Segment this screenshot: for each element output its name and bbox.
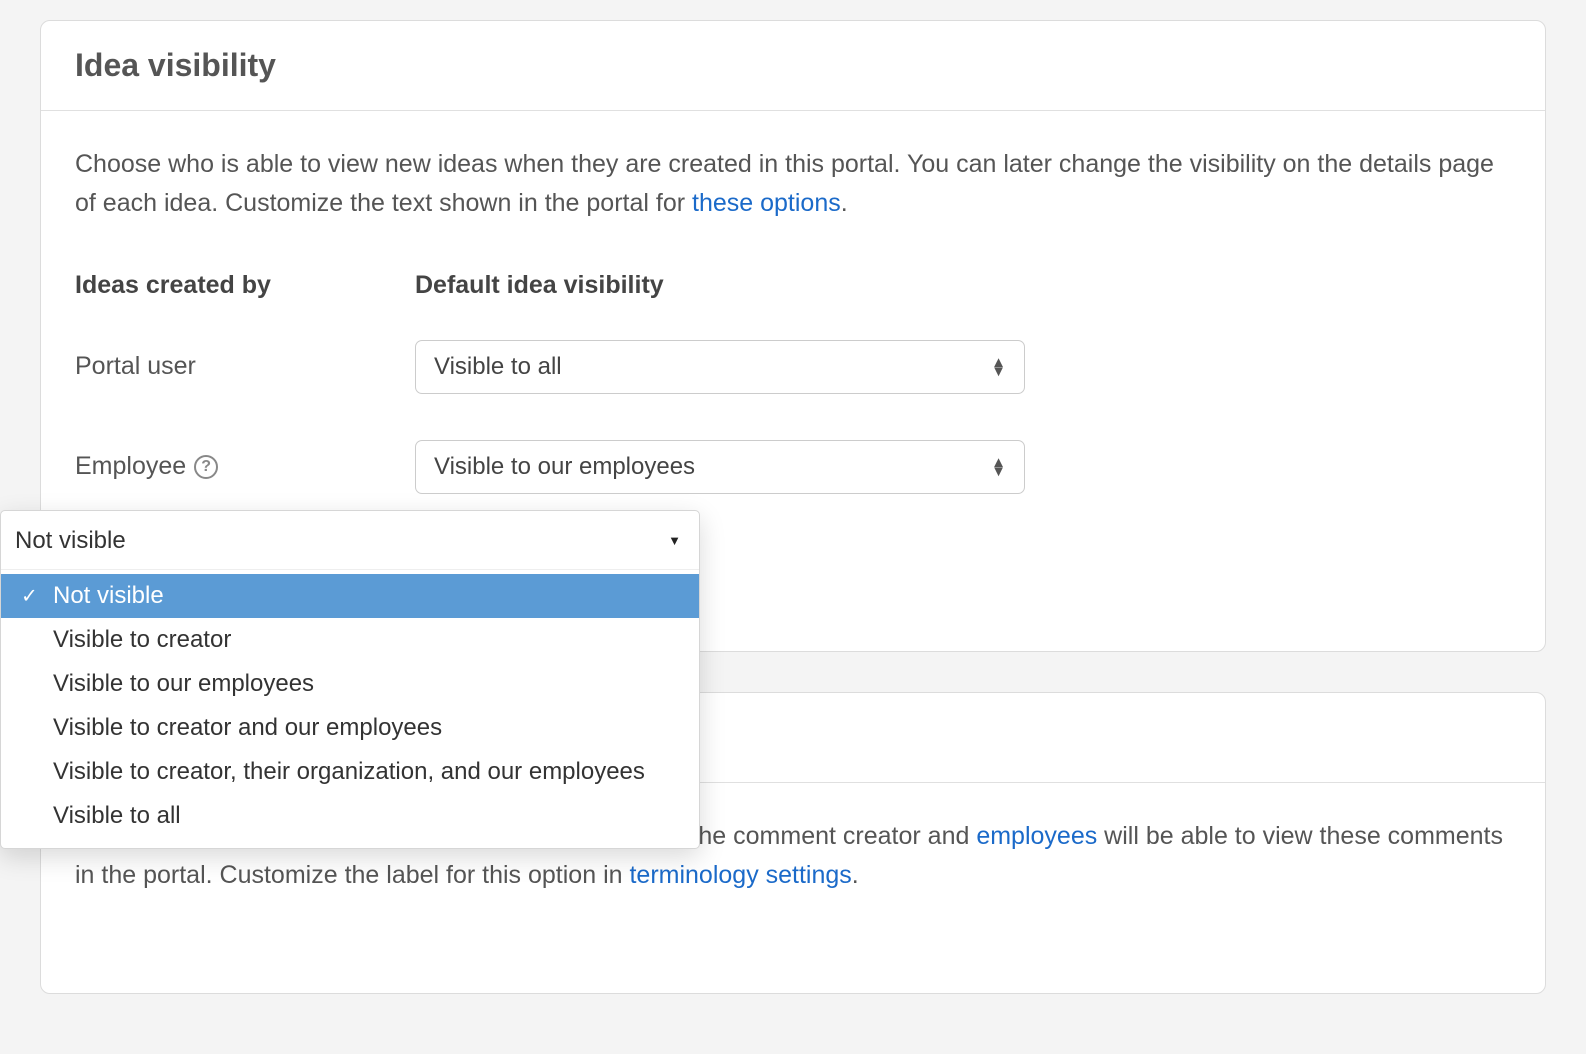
employee-select[interactable]: Visible to our employees ▲▼ [415,440,1025,494]
dropdown-option-visible-creator[interactable]: Visible to creator [1,618,699,662]
employee-label: Employee ? [75,452,415,481]
column-headers: Ideas created by Default idea visibility [75,271,1511,300]
these-options-link[interactable]: these options [692,189,841,217]
aha-user-dropdown-list: Not visible Visible to creator Visible t… [1,570,699,848]
help-icon[interactable]: ? [194,455,218,479]
employees-link[interactable]: employees [976,822,1097,850]
aha-user-row: Aha! user Not visible ▼ Not visible Visi… [75,540,1511,569]
employee-select-value: Visible to our employees [434,453,695,481]
dropdown-option-not-visible[interactable]: Not visible [1,574,699,618]
aha-user-dropdown-selected[interactable]: Not visible ▼ [1,511,699,570]
terminology-settings-link[interactable]: terminology settings [629,861,851,889]
idea-visibility-description: Choose who is able to view new ideas whe… [75,145,1511,223]
idea-visibility-card: Idea visibility Choose who is able to vi… [40,20,1546,652]
idea-visibility-title: Idea visibility [75,47,1511,84]
updown-icon: ▲▼ [991,358,1006,376]
dropdown-option-visible-creator-org-employees[interactable]: Visible to creator, their organization, … [1,750,699,794]
ideas-created-by-header: Ideas created by [75,271,415,300]
employee-row: Employee ? Visible to our employees ▲▼ [75,440,1511,494]
idea-visibility-body: Choose who is able to view new ideas whe… [41,111,1545,651]
dropdown-option-visible-creator-employees[interactable]: Visible to creator and our employees [1,706,699,750]
dropdown-option-visible-all[interactable]: Visible to all [1,794,699,838]
default-visibility-header: Default idea visibility [415,271,1511,300]
caret-down-icon: ▼ [668,533,681,548]
portal-user-label: Portal user [75,352,415,381]
dropdown-option-visible-employees[interactable]: Visible to our employees [1,662,699,706]
portal-user-select[interactable]: Visible to all ▲▼ [415,340,1025,394]
portal-user-row: Portal user Visible to all ▲▼ [75,340,1511,394]
updown-icon: ▲▼ [991,458,1006,476]
portal-user-select-value: Visible to all [434,353,562,381]
idea-visibility-header: Idea visibility [41,21,1545,111]
aha-user-dropdown: Not visible ▼ Not visible Visible to cre… [0,510,700,849]
